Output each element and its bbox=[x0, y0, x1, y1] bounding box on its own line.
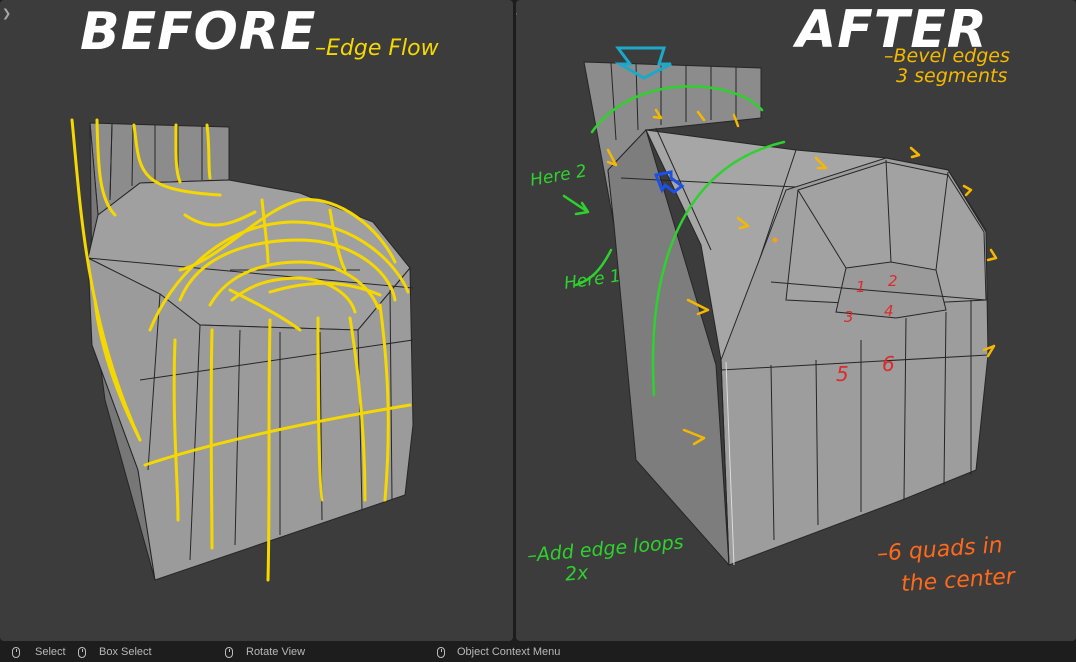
pivot-point-icon bbox=[772, 237, 778, 243]
quad-number-4: 4 bbox=[884, 302, 894, 320]
mesh-before bbox=[70, 118, 414, 582]
status-select: Select bbox=[12, 646, 66, 658]
status-bar: Select Box Select Rotate View Object Con… bbox=[0, 643, 1076, 662]
mouse-left-icon bbox=[12, 646, 20, 658]
quad-number-2: 2 bbox=[888, 272, 898, 290]
mouse-right-icon bbox=[437, 646, 445, 658]
title-before: BEFORE bbox=[80, 2, 317, 62]
status-box-select: Box Select bbox=[78, 646, 152, 658]
quad-number-1: 1 bbox=[856, 278, 866, 296]
quad-number-5: 5 bbox=[836, 362, 849, 386]
viewport-after[interactable]: ❯ bbox=[516, 0, 1076, 641]
status-context-menu: Object Context Menu bbox=[437, 646, 560, 658]
quad-number-6: 6 bbox=[882, 352, 895, 376]
quad-number-3: 3 bbox=[844, 308, 854, 326]
mouse-drag-icon bbox=[78, 646, 86, 658]
mouse-middle-icon bbox=[225, 646, 233, 658]
note-six-quads: –6 quads in the center bbox=[876, 533, 1016, 598]
note-edge-flow: –Edge Flow bbox=[315, 36, 439, 61]
note-bevel: –Bevel edges 3 segments bbox=[884, 45, 1010, 87]
status-rotate-view: Rotate View bbox=[225, 646, 305, 658]
viewport-before[interactable]: ❯ BEFORE –Edge Flow bbox=[0, 0, 513, 641]
